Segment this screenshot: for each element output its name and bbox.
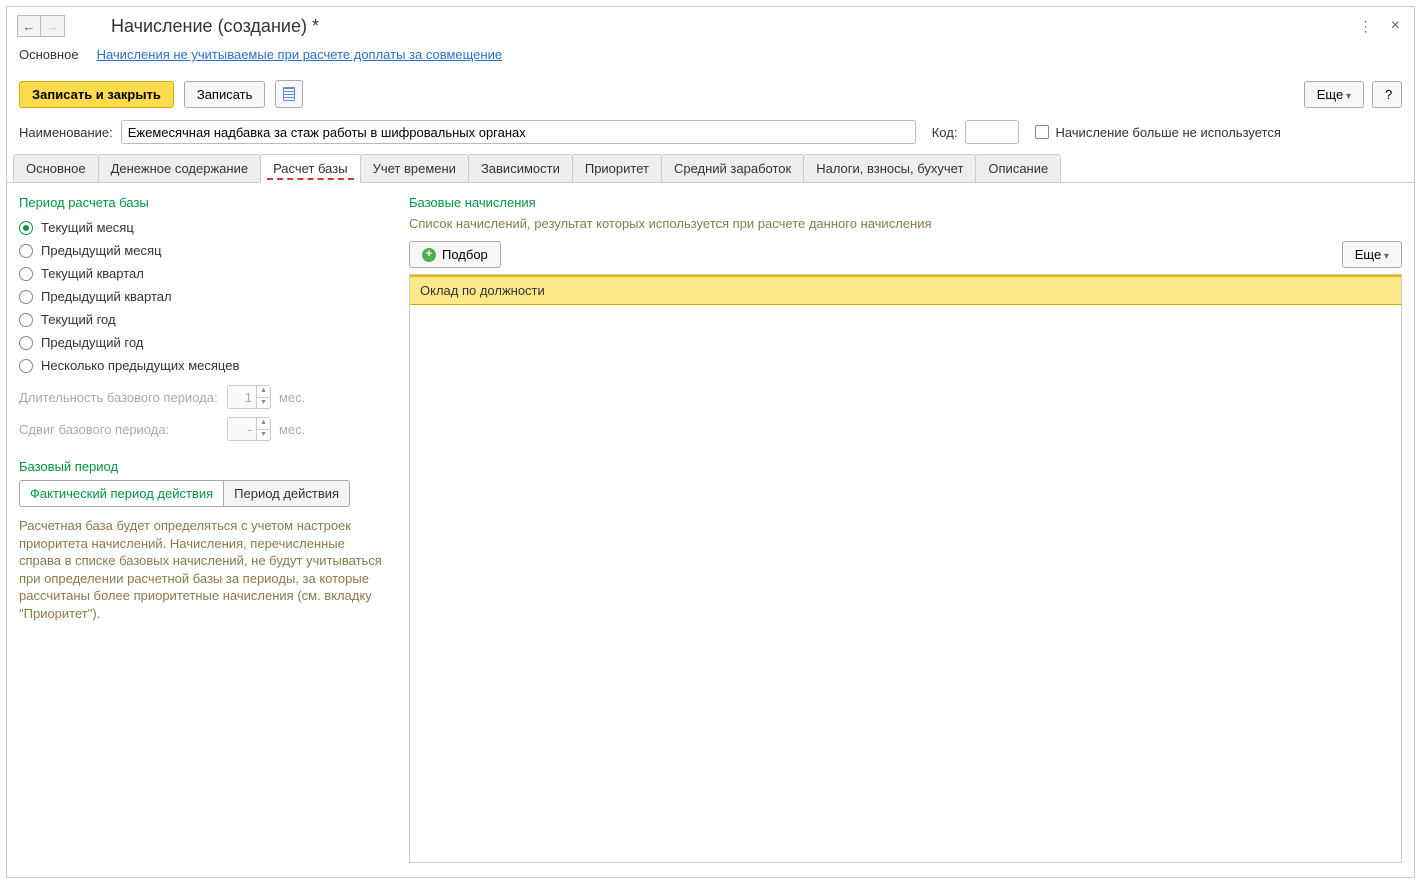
tab-4[interactable]: Зависимости bbox=[468, 154, 573, 182]
radio-option-1[interactable]: Предыдущий месяц bbox=[19, 239, 389, 262]
name-label: Наименование: bbox=[19, 125, 113, 140]
radio-option-4[interactable]: Текущий год bbox=[19, 308, 389, 331]
spinner-up-icon[interactable]: ▲ bbox=[257, 386, 270, 397]
radio-label: Предыдущий квартал bbox=[41, 289, 172, 304]
radio-option-2[interactable]: Текущий квартал bbox=[19, 262, 389, 285]
shift-spinner[interactable]: ▲ ▼ bbox=[227, 417, 271, 441]
radio-label: Текущий год bbox=[41, 312, 116, 327]
toggle-actual[interactable]: Фактический период действия bbox=[19, 480, 224, 507]
base-accruals-desc: Список начислений, результат которых исп… bbox=[409, 216, 1402, 231]
radio-icon bbox=[19, 336, 33, 350]
duration-unit: мес. bbox=[279, 390, 305, 405]
podbor-button[interactable]: + Подбор bbox=[409, 241, 501, 268]
radio-option-3[interactable]: Предыдущий квартал bbox=[19, 285, 389, 308]
shift-label: Сдвиг базового периода: bbox=[19, 422, 219, 437]
radio-label: Несколько предыдущих месяцев bbox=[41, 358, 239, 373]
tab-8[interactable]: Описание bbox=[975, 154, 1061, 182]
spinner-down-icon[interactable]: ▼ bbox=[257, 397, 270, 408]
base-accruals-title: Базовые начисления bbox=[409, 195, 1402, 210]
tab-3[interactable]: Учет времени bbox=[360, 154, 469, 182]
nav-secondary-link[interactable]: Начисления не учитываемые при расчете до… bbox=[97, 47, 503, 62]
base-period-title: Базовый период bbox=[19, 459, 389, 474]
spinner-down-icon[interactable]: ▼ bbox=[257, 429, 270, 440]
save-close-button[interactable]: Записать и закрыть bbox=[19, 81, 174, 108]
duration-label: Длительность базового периода: bbox=[19, 390, 219, 405]
base-accruals-table[interactable]: Оклад по должности bbox=[409, 274, 1402, 863]
note-text: Расчетная база будет определяться с учет… bbox=[19, 517, 389, 622]
radio-label: Текущий месяц bbox=[41, 220, 134, 235]
code-input[interactable] bbox=[965, 120, 1019, 144]
radio-icon bbox=[19, 290, 33, 304]
nav-main-link[interactable]: Основное bbox=[19, 47, 79, 62]
checkbox-icon bbox=[1035, 125, 1049, 139]
help-button[interactable]: ? bbox=[1372, 81, 1402, 108]
window-title: Начисление (создание) * bbox=[111, 16, 319, 37]
radio-icon bbox=[19, 267, 33, 281]
tab-6[interactable]: Средний заработок bbox=[661, 154, 804, 182]
period-section-title: Период расчета базы bbox=[19, 195, 389, 210]
tab-0[interactable]: Основное bbox=[13, 154, 99, 182]
radio-label: Предыдущий месяц bbox=[41, 243, 162, 258]
disabled-checkbox-label: Начисление больше не используется bbox=[1055, 125, 1280, 140]
radio-label: Текущий квартал bbox=[41, 266, 144, 281]
more-button-top[interactable]: Еще bbox=[1304, 81, 1364, 108]
disabled-checkbox[interactable]: Начисление больше не используется bbox=[1035, 125, 1280, 140]
kebab-icon[interactable]: ⋮ bbox=[1359, 18, 1373, 35]
nav-back-button[interactable]: ← bbox=[17, 15, 41, 37]
shift-value bbox=[228, 418, 256, 440]
radio-icon bbox=[19, 359, 33, 373]
save-button[interactable]: Записать bbox=[184, 81, 266, 108]
close-icon[interactable]: × bbox=[1387, 17, 1404, 35]
code-label: Код: bbox=[932, 125, 958, 140]
radio-option-6[interactable]: Несколько предыдущих месяцев bbox=[19, 354, 389, 377]
base-period-toggle[interactable]: Фактический период действия Период дейст… bbox=[19, 480, 389, 507]
report-button[interactable] bbox=[275, 80, 303, 108]
radio-icon bbox=[19, 221, 33, 235]
duration-value bbox=[228, 386, 256, 408]
more-button-table[interactable]: Еще bbox=[1342, 241, 1402, 268]
duration-spinner[interactable]: ▲ ▼ bbox=[227, 385, 271, 409]
table-row[interactable]: Оклад по должности bbox=[410, 275, 1401, 305]
tab-7[interactable]: Налоги, взносы, бухучет bbox=[803, 154, 976, 182]
name-input[interactable] bbox=[121, 120, 916, 144]
plus-icon: + bbox=[422, 248, 436, 262]
radio-option-5[interactable]: Предыдущий год bbox=[19, 331, 389, 354]
tab-1[interactable]: Денежное содержание bbox=[98, 154, 261, 182]
document-icon bbox=[283, 87, 295, 101]
radio-icon bbox=[19, 244, 33, 258]
tab-5[interactable]: Приоритет bbox=[572, 154, 662, 182]
toggle-period[interactable]: Период действия bbox=[224, 480, 350, 507]
shift-unit: мес. bbox=[279, 422, 305, 437]
spinner-up-icon[interactable]: ▲ bbox=[257, 418, 270, 429]
nav-forward-button[interactable]: → bbox=[41, 15, 65, 37]
tab-2[interactable]: Расчет базы bbox=[260, 154, 361, 183]
podbor-label: Подбор bbox=[442, 247, 488, 262]
radio-icon bbox=[19, 313, 33, 327]
radio-option-0[interactable]: Текущий месяц bbox=[19, 216, 389, 239]
radio-label: Предыдущий год bbox=[41, 335, 143, 350]
